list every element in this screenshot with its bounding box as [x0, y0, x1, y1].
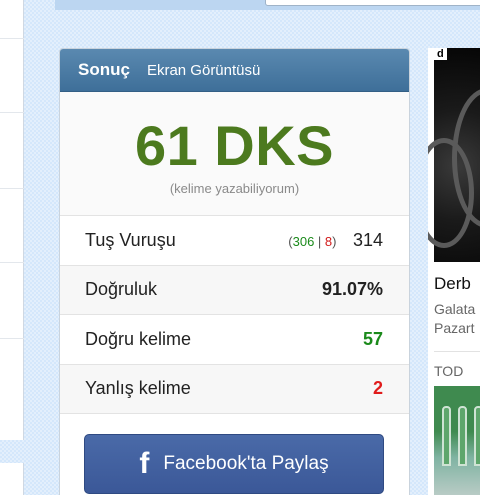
sidebar-divider — [0, 338, 24, 339]
news-image[interactable]: d — [428, 48, 480, 262]
wpm-value: 61 DKS — [134, 114, 335, 177]
keystrokes-label: Tuş Vuruşu — [85, 229, 176, 250]
result-card: Sonuç Ekran Görüntüsü 61 DKS (kelime yaz… — [59, 48, 410, 495]
sidebar-divider — [0, 262, 24, 263]
facebook-share-label: Facebook'ta Paylaş — [163, 453, 329, 474]
left-sidebar-bottom — [0, 463, 24, 495]
stat-row-wrong-words: Yanlış kelime 2 — [60, 364, 409, 414]
left-sidebar — [0, 0, 24, 440]
wrong-words-value: 2 — [372, 378, 383, 399]
keystrokes-separator: | — [314, 233, 325, 249]
correct-words-label: Doğru kelime — [85, 328, 192, 349]
wpm-box: 61 DKS (kelime yazabiliyorum) — [60, 92, 409, 216]
screenshot-tab[interactable]: Ekran Görüntüsü — [147, 62, 260, 79]
photo-arch — [474, 406, 480, 466]
keystrokes-detail: (306 | 8) — [288, 234, 336, 249]
news-title[interactable]: Derb — [434, 274, 471, 294]
keystrokes-correct: 306 — [292, 233, 315, 249]
side-divider — [434, 351, 480, 352]
keystrokes-value: 314 — [352, 229, 383, 250]
sidebar-divider — [0, 38, 24, 39]
keystrokes-close: ) — [332, 233, 337, 249]
keystrokes-group: (306 | 8) 314 — [288, 230, 383, 251]
news-subtitle: Galata — [434, 301, 476, 317]
facebook-icon: f — [139, 447, 150, 480]
search-input[interactable] — [265, 0, 480, 6]
wpm-note: (kelime yazabiliyorum) — [169, 181, 300, 196]
share-area: f Facebook'ta Paylaş — [60, 414, 409, 494]
accuracy-label: Doğruluk — [85, 279, 158, 300]
news-subtitle: Pazart — [434, 320, 475, 336]
news-tag: TOD — [434, 363, 464, 379]
facebook-share-button[interactable]: f Facebook'ta Paylaş — [84, 434, 384, 494]
sidebar-divider — [0, 188, 24, 189]
photo-arch — [458, 406, 467, 466]
result-header: Sonuç Ekran Görüntüsü — [60, 49, 409, 92]
wrong-words-label: Yanlış kelime — [85, 378, 191, 399]
stat-row-correct-words: Doğru kelime 57 — [60, 315, 409, 365]
accuracy-value: 91.07% — [321, 279, 383, 300]
sidebar-divider — [0, 112, 24, 113]
correct-words-value: 57 — [362, 328, 383, 349]
news-badge: d — [434, 48, 447, 60]
result-title: Sonuç — [78, 60, 130, 79]
stat-row-accuracy: Doğruluk 91.07% — [60, 265, 409, 315]
news-photo[interactable] — [434, 386, 480, 495]
stat-row-keystrokes: Tuş Vuruşu (306 | 8) 314 — [60, 216, 409, 266]
side-news-panel: d Derb Galata Pazart TOD — [428, 48, 480, 495]
photo-arch — [442, 406, 451, 466]
